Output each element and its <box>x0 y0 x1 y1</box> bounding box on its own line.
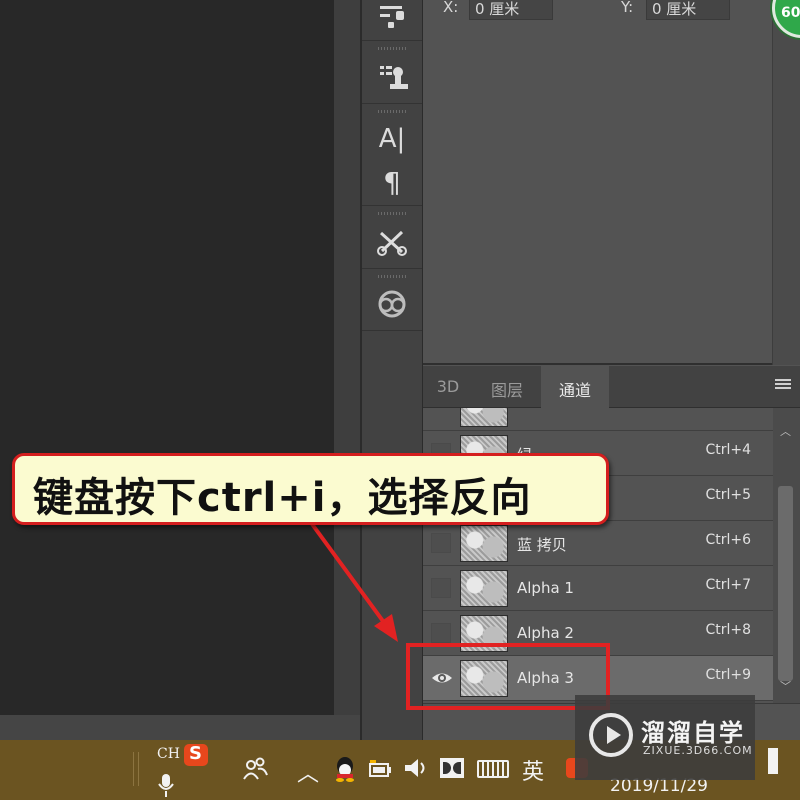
microphone-icon[interactable] <box>157 772 175 800</box>
sogou-ime-icon[interactable]: S <box>184 743 208 766</box>
people-icon[interactable] <box>242 756 268 786</box>
network-icon[interactable] <box>367 758 393 784</box>
taskbar-separator <box>133 752 139 786</box>
watermark: 溜溜自学 ZIXUE.3D66.COM <box>575 695 755 780</box>
ime-mode[interactable]: 英 <box>522 754 544 786</box>
volume-icon[interactable] <box>402 754 430 786</box>
keyboard-icon[interactable] <box>477 760 509 778</box>
notification-icon[interactable] <box>768 748 778 774</box>
watermark-title: 溜溜自学 <box>641 719 745 747</box>
callout-text: 键盘按下ctrl+i，选择反向 <box>33 475 532 521</box>
instruction-callout: 键盘按下ctrl+i，选择反向 <box>12 453 609 525</box>
qq-icon[interactable] <box>332 755 358 782</box>
watermark-subtitle: ZIXUE.3D66.COM <box>643 744 753 757</box>
play-logo-icon <box>589 713 633 757</box>
pointer-arrow <box>310 522 398 642</box>
show-hidden-icons-icon[interactable]: ︿ <box>297 756 319 788</box>
language-indicator[interactable]: CH <box>157 746 180 762</box>
dolby-icon[interactable] <box>440 758 464 778</box>
